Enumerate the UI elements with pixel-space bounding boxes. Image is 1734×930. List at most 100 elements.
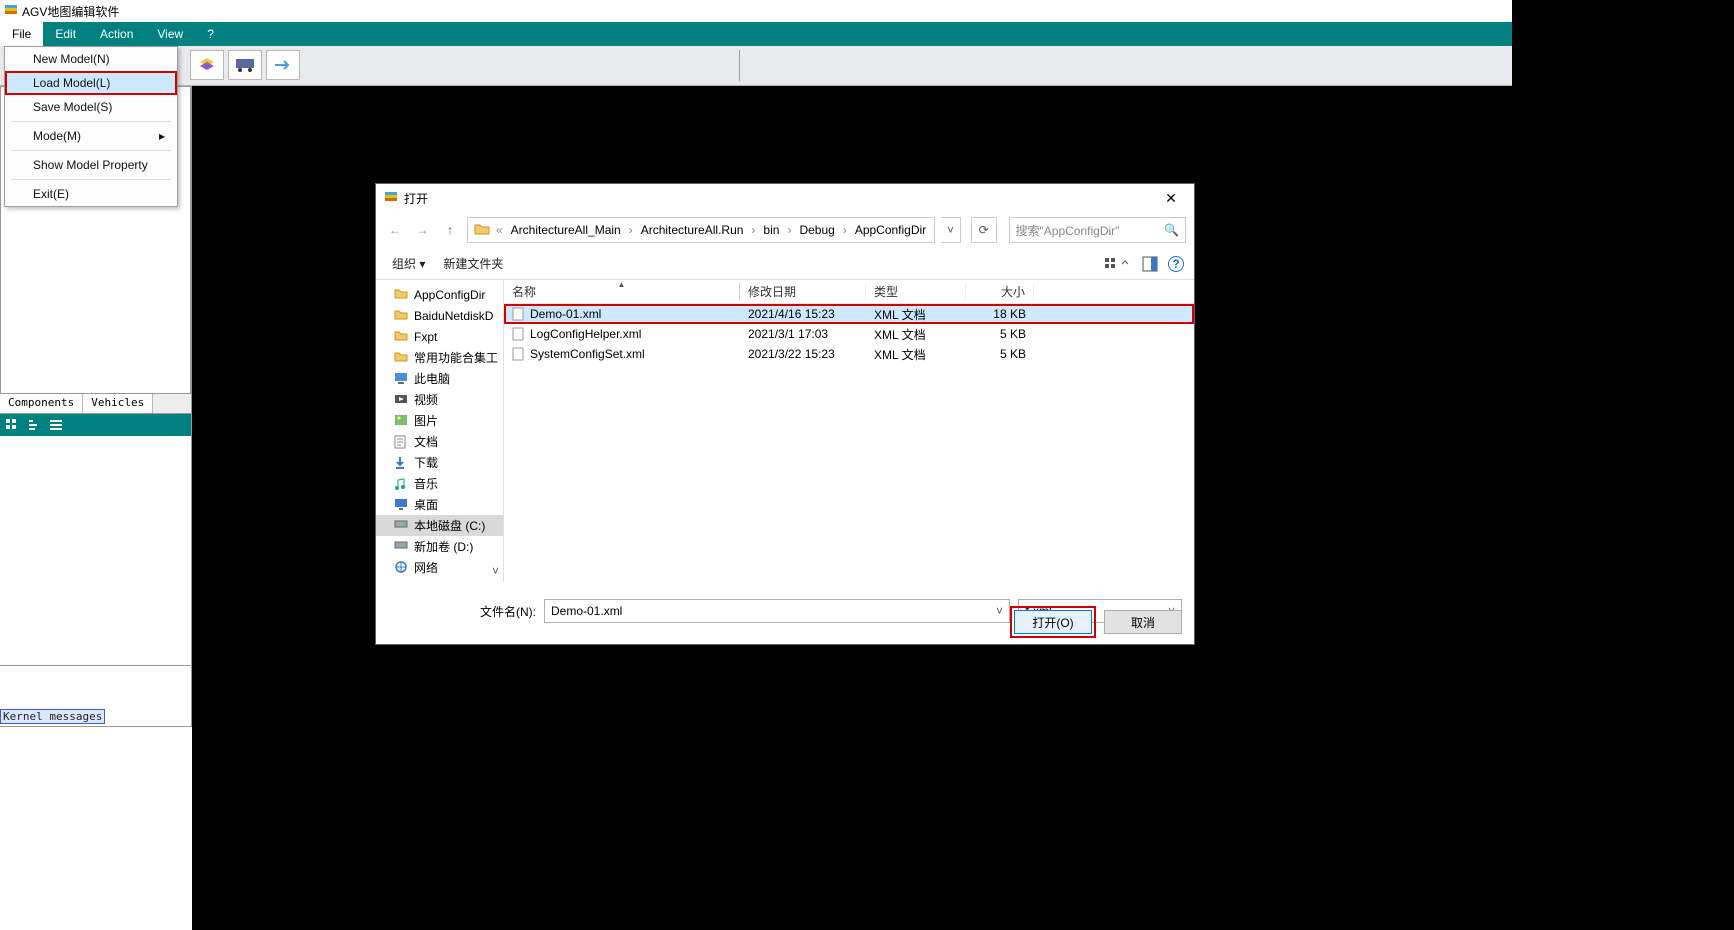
organize-button[interactable]: 组织 ▾ — [386, 253, 431, 274]
tab-components[interactable]: Components — [0, 394, 83, 413]
filename-label: 文件名(N): — [480, 603, 536, 620]
main-titlebar: AGV地图编辑软件 — [0, 0, 1512, 22]
file-icon — [512, 327, 524, 341]
grid-icon[interactable] — [4, 417, 20, 433]
cancel-button[interactable]: 取消 — [1104, 610, 1182, 634]
menu-file[interactable]: File — [0, 22, 43, 46]
folder-icon — [394, 351, 408, 365]
side-tool-row — [0, 414, 191, 436]
dialog-titlebar: 打开 ✕ — [376, 184, 1194, 212]
file-icon — [512, 307, 524, 321]
video-icon — [394, 393, 408, 407]
col-size[interactable]: 大小 — [966, 283, 1034, 300]
nav-back-button[interactable]: ← — [384, 219, 406, 241]
nav-fwd-button[interactable]: → — [412, 219, 434, 241]
tree-node[interactable]: 此电脑 — [376, 368, 503, 389]
refresh-button[interactable]: ⟳ — [971, 217, 997, 243]
breadcrumb-dropdown[interactable]: ˅ — [941, 217, 961, 243]
side-tabs: Components Vehicles — [0, 394, 191, 414]
file-list-header: ▲名称 修改日期 类型 大小 — [504, 280, 1194, 304]
file-icon — [512, 347, 524, 361]
layers-icon — [198, 56, 216, 74]
list-icon[interactable] — [48, 417, 64, 433]
file-list: ▲名称 修改日期 类型 大小 Demo-01.xml2021/4/16 15:2… — [504, 280, 1194, 582]
pic-icon — [394, 414, 408, 428]
tree-node[interactable]: 音乐 — [376, 473, 503, 494]
tree-node[interactable]: 常用功能合集工 — [376, 347, 503, 368]
chevron-down-icon[interactable]: ˅ — [492, 564, 499, 578]
col-date[interactable]: 修改日期 — [740, 283, 866, 300]
menu-edit[interactable]: Edit — [43, 22, 88, 46]
menu-show-property[interactable]: Show Model Property — [5, 153, 177, 177]
crumb-4[interactable]: AppConfigDir — [853, 223, 928, 237]
filename-input[interactable]: Demo-01.xml˅ — [544, 599, 1010, 623]
file-row[interactable]: Demo-01.xml2021/4/16 15:23XML 文档18 KB — [504, 304, 1194, 324]
tree-node[interactable]: AppConfigDir — [376, 284, 503, 305]
search-placeholder: 搜索"AppConfigDir" — [1016, 222, 1120, 239]
menubar: File Edit Action View ? — [0, 22, 1512, 46]
dialog-title: 打开 — [404, 190, 428, 207]
tree-node[interactable]: 新加卷 (D:) — [376, 536, 503, 557]
nav-up-button[interactable]: ↑ — [439, 219, 461, 241]
menu-new-model[interactable]: New Model(N) — [5, 47, 177, 71]
col-type[interactable]: 类型 — [866, 283, 966, 300]
desk-icon — [394, 498, 408, 512]
arrow-icon — [274, 59, 292, 71]
toolbar — [0, 46, 1512, 86]
new-folder-button[interactable]: 新建文件夹 — [437, 253, 509, 274]
view-options-button[interactable] — [1104, 256, 1132, 272]
breadcrumb-bar[interactable]: « ArchitectureAll_Main› ArchitectureAll.… — [467, 217, 935, 243]
left-dock: Components Vehicles Kernel messages — [0, 86, 192, 930]
tree-node[interactable]: 图片 — [376, 410, 503, 431]
folder-icon — [394, 288, 408, 302]
tab-vehicles[interactable]: Vehicles — [83, 394, 153, 413]
preview-pane-button[interactable] — [1142, 256, 1158, 272]
app-icon — [4, 4, 18, 18]
submenu-arrow-icon: ▸ — [159, 129, 165, 143]
menu-load-model[interactable]: Load Model(L) — [5, 71, 177, 95]
toolbar-btn-1[interactable] — [190, 50, 224, 80]
toolbar-btn-2[interactable] — [228, 50, 262, 80]
menu-view[interactable]: View — [145, 22, 195, 46]
drive-icon — [394, 540, 408, 554]
tree-node[interactable]: BaiduNetdiskD — [376, 305, 503, 326]
tree-node[interactable]: Fxpt — [376, 326, 503, 347]
menu-action[interactable]: Action — [88, 22, 145, 46]
tree-node[interactable]: 视频 — [376, 389, 503, 410]
dialog-toolbar: 组织 ▾ 新建文件夹 ? — [376, 248, 1194, 280]
vehicle-icon — [235, 58, 255, 72]
dialog-tree[interactable]: AppConfigDirBaiduNetdiskDFxpt常用功能合集工此电脑视… — [376, 280, 504, 582]
breadcrumb-prefix: « — [494, 223, 505, 237]
tree-node[interactable]: 文档 — [376, 431, 503, 452]
tree-node[interactable]: 网络 — [376, 557, 503, 578]
menu-help[interactable]: ? — [195, 22, 226, 46]
toolbar-btn-3[interactable] — [266, 50, 300, 80]
menu-exit[interactable]: Exit(E) — [5, 182, 177, 206]
menu-save-model[interactable]: Save Model(S) — [5, 95, 177, 119]
open-button[interactable]: 打开(O) — [1014, 610, 1092, 634]
dialog-icon — [384, 191, 398, 205]
col-name[interactable]: ▲名称 — [504, 283, 740, 300]
tree-node[interactable]: 桌面 — [376, 494, 503, 515]
app-title: AGV地图编辑软件 — [22, 3, 119, 20]
crumb-3[interactable]: Debug — [797, 223, 836, 237]
file-row[interactable]: SystemConfigSet.xml2021/3/22 15:23XML 文档… — [504, 344, 1194, 364]
net-icon — [394, 561, 408, 575]
dialog-close-button[interactable]: ✕ — [1156, 190, 1186, 207]
search-input[interactable]: 搜索"AppConfigDir" 🔍 — [1009, 217, 1186, 243]
dialog-nav: ← → ↑ « ArchitectureAll_Main› Architectu… — [376, 212, 1194, 248]
side-panel — [0, 436, 191, 666]
file-row[interactable]: LogConfigHelper.xml2021/3/1 17:03XML 文档5… — [504, 324, 1194, 344]
help-button[interactable]: ? — [1168, 256, 1184, 272]
folder-icon — [394, 330, 408, 344]
tree-node[interactable]: 本地磁盘 (C:) — [376, 515, 503, 536]
music-icon — [394, 477, 408, 491]
crumb-0[interactable]: ArchitectureAll_Main — [509, 223, 623, 237]
crumb-2[interactable]: bin — [761, 223, 781, 237]
menu-mode[interactable]: Mode(M)▸ — [5, 124, 177, 148]
tree-node[interactable]: 下载 — [376, 452, 503, 473]
tree-icon[interactable] — [26, 417, 42, 433]
kernel-messages-label[interactable]: Kernel messages — [0, 709, 105, 724]
search-icon: 🔍 — [1164, 223, 1179, 237]
crumb-1[interactable]: ArchitectureAll.Run — [639, 223, 746, 237]
